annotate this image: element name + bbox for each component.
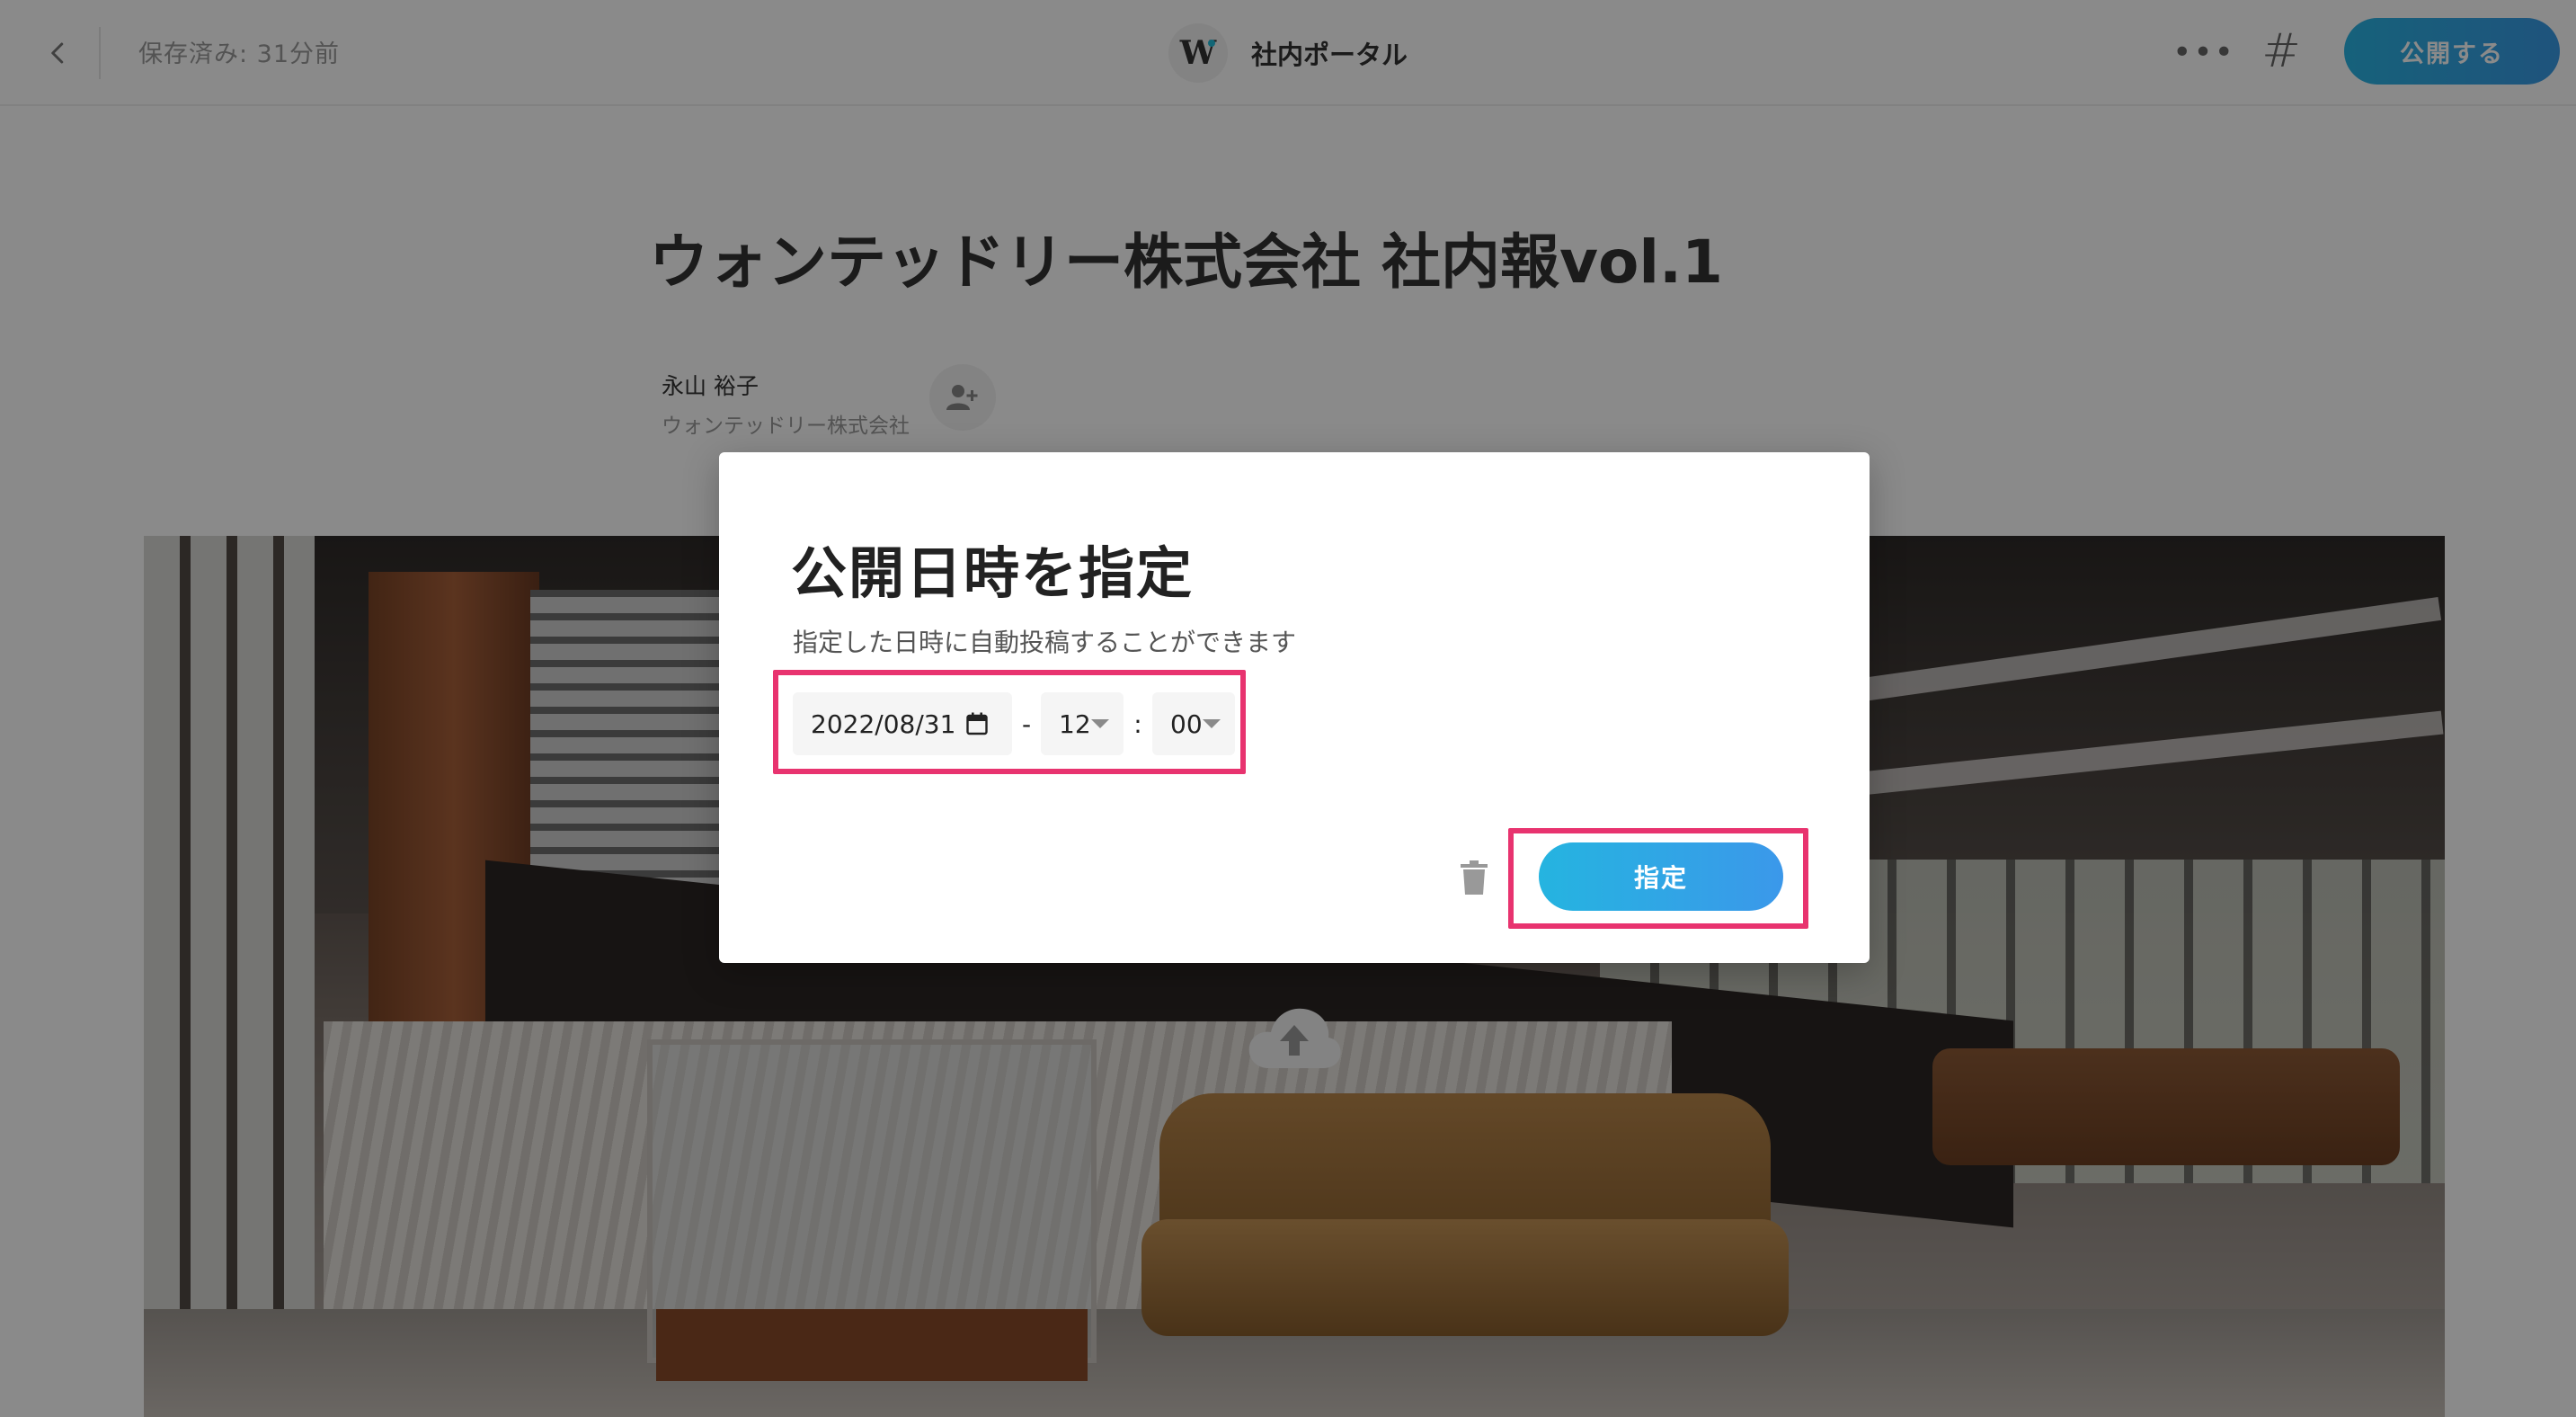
schedule-publish-modal: 公開日時を指定 指定した日時に自動投稿することができます 2022/08/31 … bbox=[719, 452, 1870, 963]
modal-title: 公開日時を指定 bbox=[791, 540, 1195, 606]
trash-icon bbox=[1461, 860, 1488, 895]
confirm-highlight-box bbox=[1508, 828, 1808, 929]
datetime-highlight-box bbox=[773, 670, 1246, 774]
modal-description: 指定した日時に自動投稿することができます bbox=[793, 628, 1297, 657]
delete-schedule-button[interactable] bbox=[1456, 855, 1492, 900]
